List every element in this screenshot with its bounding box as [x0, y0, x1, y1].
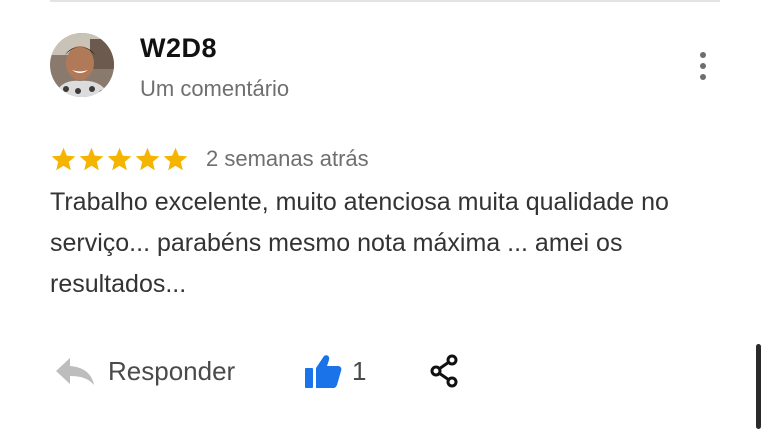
- more-vert-icon: [700, 52, 706, 58]
- rating-row: 2 semanas atrás: [50, 144, 369, 174]
- like-count: 1: [352, 355, 367, 386]
- reply-arrow-icon: [56, 358, 94, 385]
- share-icon: [430, 354, 458, 388]
- star-rating: [50, 146, 189, 173]
- star-icon: [51, 147, 76, 170]
- reviewer-name[interactable]: W2D8: [140, 33, 217, 64]
- more-vert-icon-dot: [700, 63, 706, 69]
- share-button[interactable]: [424, 346, 464, 396]
- top-divider: [50, 0, 720, 2]
- reviewer-avatar[interactable]: [50, 33, 114, 97]
- star-icon: [163, 147, 188, 170]
- reply-label: Responder: [108, 355, 236, 386]
- thumbs-up-icon: [305, 355, 342, 388]
- reviewer-review-count: Um comentário: [140, 76, 290, 101]
- reply-button[interactable]: Responder: [50, 346, 235, 396]
- star-icon: [107, 147, 132, 170]
- star-icon: [135, 147, 160, 170]
- scrollbar[interactable]: [756, 344, 761, 429]
- star-icon: [79, 147, 104, 170]
- like-button[interactable]: 1: [304, 346, 366, 396]
- review-card: W2D8 Um comentário 2 semanas atrás Traba…: [0, 0, 768, 431]
- more-options-button[interactable]: [690, 48, 716, 84]
- review-date: 2 semanas atrás: [206, 146, 369, 171]
- review-text: Trabalho excelente, muito atenciosa muit…: [50, 188, 669, 298]
- more-vert-icon-dot: [700, 74, 706, 80]
- review-actions: Responder 1: [50, 346, 500, 396]
